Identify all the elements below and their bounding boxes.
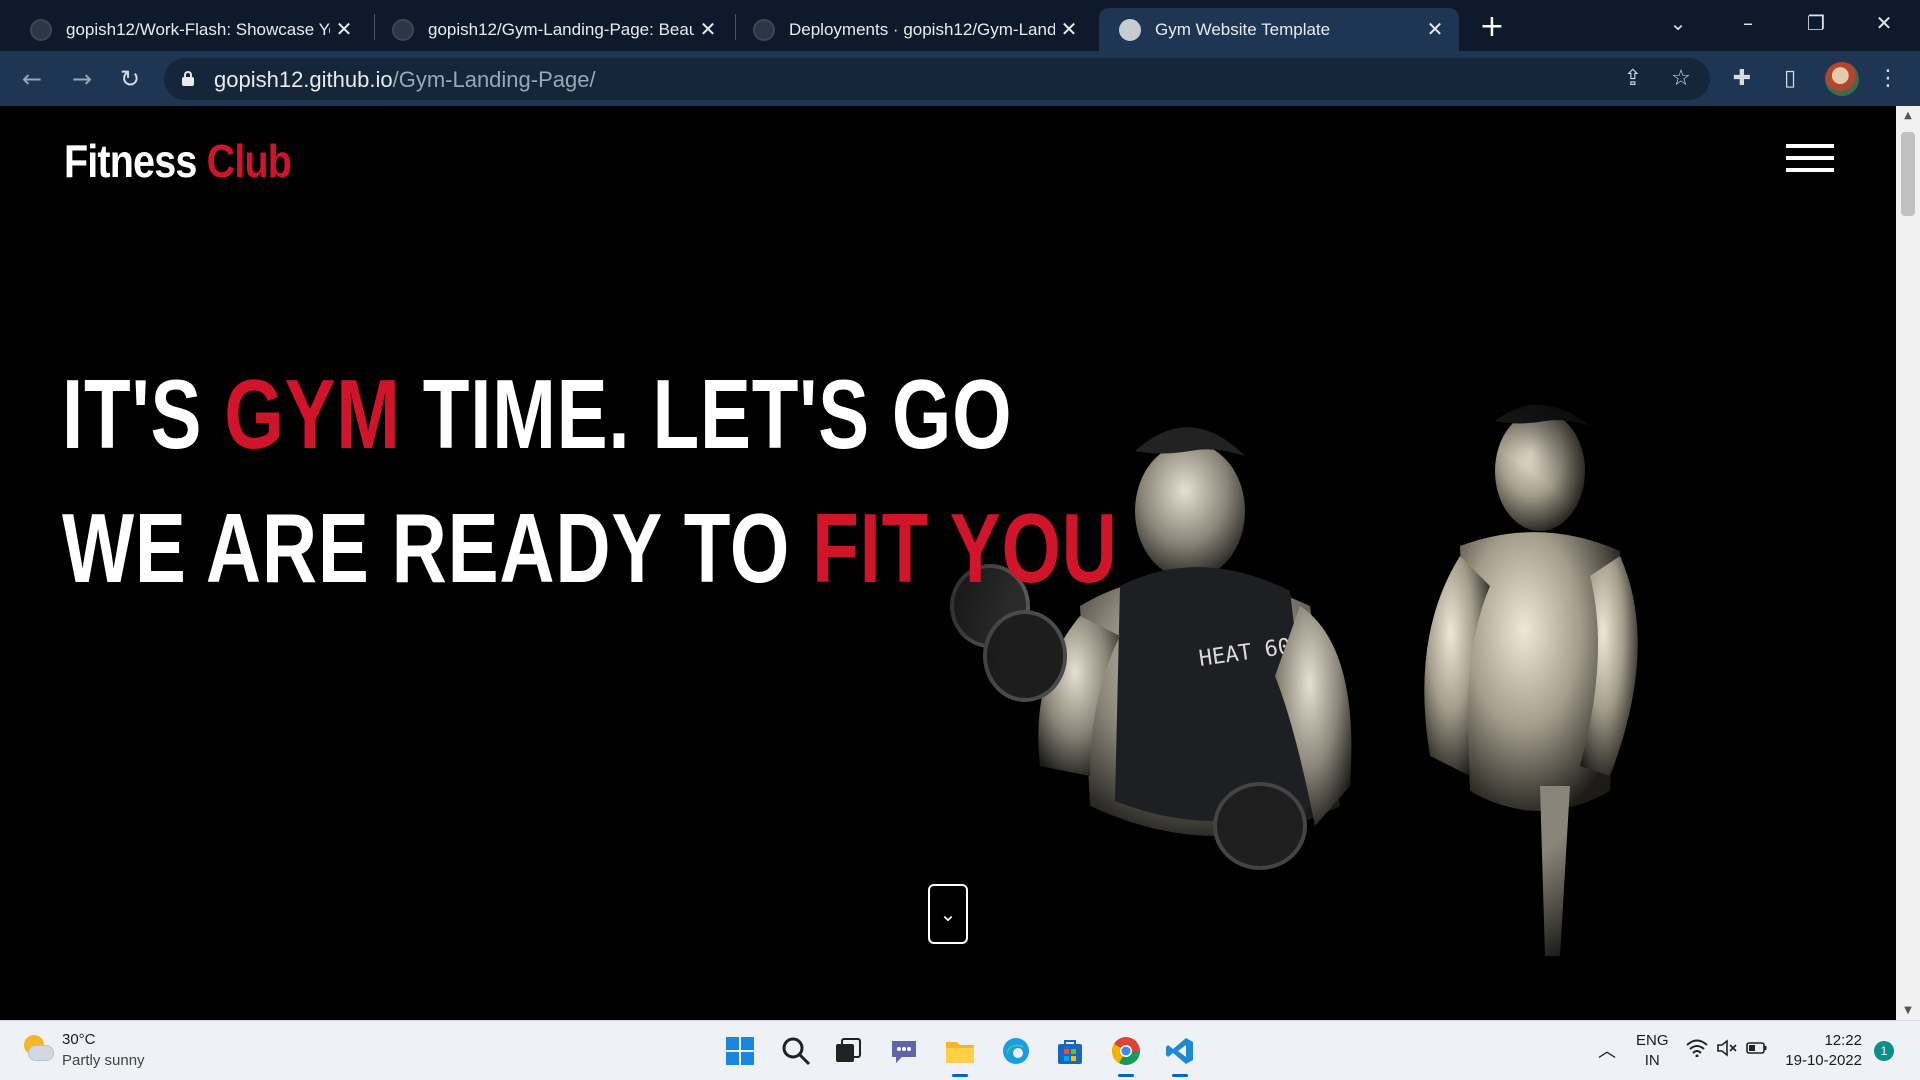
volume-muted-icon[interactable]	[1716, 1039, 1738, 1061]
bookmark-star-icon[interactable]: ☆	[1666, 64, 1696, 94]
scroll-down-arrow-icon[interactable]: ▼	[1896, 1005, 1920, 1016]
github-icon	[753, 18, 775, 41]
scroll-up-arrow-icon[interactable]: ▲	[1896, 110, 1920, 121]
scrollbar-thumb[interactable]	[1901, 132, 1915, 216]
file-explorer-icon[interactable]	[942, 1033, 978, 1077]
search-icon[interactable]	[778, 1033, 814, 1069]
windows-taskbar: 30°C Partly sunny ︿ ENG IN 12:22 19-10-2…	[0, 1020, 1920, 1080]
weather-description[interactable]: Partly sunny	[62, 1052, 145, 1069]
tab-title: gopish12/Gym-Landing-Page: Beaut	[428, 19, 694, 39]
tab-title: gopish12/Work-Flash: Showcase You	[66, 19, 330, 39]
new-tab-button[interactable]: +	[1476, 12, 1508, 44]
lock-icon	[182, 71, 194, 86]
bodybuilders-hero-image: HEAT 60	[940, 356, 1700, 976]
show-hidden-icons-chevron-icon[interactable]: ︿	[1598, 1037, 1616, 1063]
battery-icon[interactable]	[1746, 1039, 1768, 1061]
side-panel-icon[interactable]: ▯	[1774, 63, 1806, 95]
tab-title: Gym Website Template	[1155, 19, 1331, 39]
tab-title: Deployments · gopish12/Gym-Landi	[789, 19, 1055, 39]
windows-start-icon[interactable]	[722, 1033, 758, 1069]
hamburger-menu-icon[interactable]	[1786, 144, 1834, 172]
close-icon[interactable]: ✕	[1055, 16, 1083, 44]
scroll-down-button[interactable]: ⌄	[928, 884, 968, 944]
tab-search-icon[interactable]: ⌄	[1658, 6, 1698, 40]
menu-kebab-icon[interactable]: ⋮	[1872, 63, 1904, 95]
hero-heading-line-1: IT'S GYM TIME. LET'S GO	[62, 359, 1013, 469]
system-clock[interactable]: 12:22 19-10-2022	[1780, 1031, 1862, 1071]
edge-browser-icon[interactable]	[998, 1033, 1034, 1069]
browser-tab-strip: gopish12/Work-Flash: Showcase You ✕ gopi…	[0, 0, 1920, 51]
reload-icon[interactable]: ↻	[114, 63, 146, 95]
browser-toolbar: ← → ↻ gopish12.github.io/Gym-Landing-Pag…	[0, 51, 1920, 106]
page-scrollbar[interactable]: ▲ ▼	[1896, 106, 1920, 1020]
teams-chat-icon[interactable]	[886, 1033, 922, 1069]
task-view-icon[interactable]	[830, 1033, 866, 1069]
github-icon	[30, 18, 52, 41]
partly-sunny-weather-icon[interactable]	[22, 1035, 54, 1063]
chrome-browser-icon[interactable]	[1108, 1033, 1144, 1077]
close-icon[interactable]: ✕	[330, 16, 358, 44]
profile-avatar[interactable]	[1825, 62, 1859, 96]
forward-icon[interactable]: →	[66, 63, 98, 95]
vscode-icon[interactable]	[1162, 1033, 1198, 1077]
weather-temperature[interactable]: 30°C	[62, 1031, 96, 1048]
tab-gym-landing-repo[interactable]: gopish12/Gym-Landing-Page: Beaut ✕	[372, 8, 732, 51]
share-icon[interactable]: ⇪	[1618, 64, 1648, 94]
globe-icon	[1119, 18, 1141, 41]
close-icon[interactable]: ✕	[1421, 16, 1449, 44]
wifi-icon[interactable]	[1686, 1039, 1708, 1061]
minimize-icon[interactable]: –	[1728, 6, 1768, 40]
url-text[interactable]: gopish12.github.io/Gym-Landing-Page/	[214, 67, 596, 93]
tab-deployments[interactable]: Deployments · gopish12/Gym-Landi ✕	[733, 8, 1093, 51]
window-close-icon[interactable]: ✕	[1864, 6, 1904, 40]
back-icon[interactable]: ←	[16, 63, 48, 95]
close-icon[interactable]: ✕	[694, 16, 722, 44]
hero-heading-line-2: WE ARE READY TO FIT YOU	[62, 493, 1118, 603]
tab-work-flash[interactable]: gopish12/Work-Flash: Showcase You ✕	[10, 8, 368, 51]
site-logo[interactable]: Fitness Club	[64, 134, 292, 188]
notification-count-badge[interactable]: 1	[1874, 1041, 1894, 1061]
gym-landing-page: Fitness Club HEAT 60	[0, 106, 1896, 1020]
microsoft-store-icon[interactable]	[1052, 1033, 1088, 1069]
tab-gym-website-template[interactable]: Gym Website Template ✕	[1099, 8, 1459, 51]
extensions-icon[interactable]: ✚	[1726, 63, 1758, 95]
input-language-indicator[interactable]: ENG IN	[1636, 1031, 1669, 1071]
chevron-down-icon: ⌄	[939, 902, 957, 926]
address-bar[interactable]: gopish12.github.io/Gym-Landing-Page/ ⇪ ☆	[164, 58, 1710, 100]
restore-icon[interactable]: ❐	[1796, 6, 1836, 40]
github-icon	[392, 18, 414, 41]
